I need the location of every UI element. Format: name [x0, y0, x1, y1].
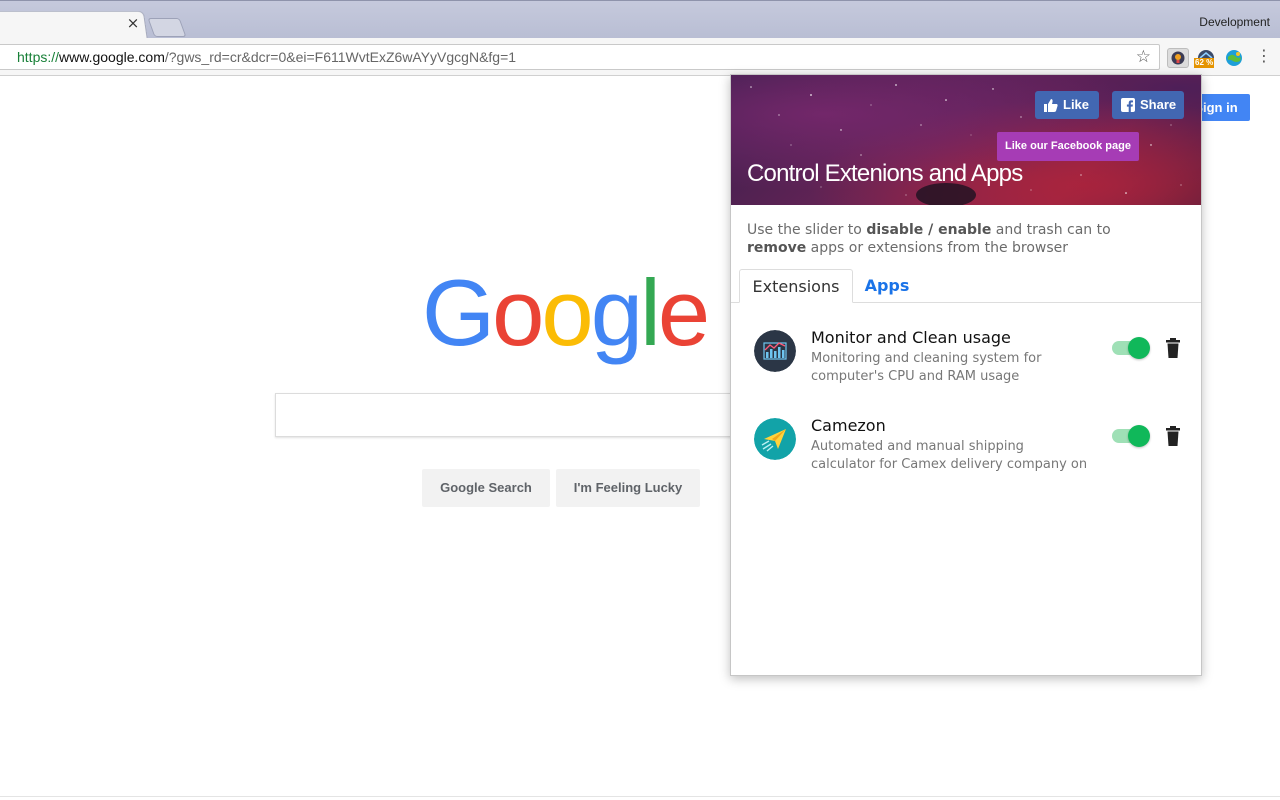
control-extensions-icon[interactable]: [1167, 48, 1189, 68]
list-item: Camezon Automated and manual shipping ca…: [731, 408, 1201, 478]
trash-icon[interactable]: [1165, 426, 1181, 446]
footer-divider: [0, 796, 1280, 797]
camezon-extension-icon[interactable]: [1224, 48, 1246, 68]
item-description: Automated and manual shipping calculator…: [811, 439, 1088, 472]
logo-letter: G: [422, 260, 495, 365]
google-search-button[interactable]: Google Search: [422, 469, 550, 507]
logo-letter: o: [541, 260, 593, 365]
tab-apps[interactable]: Apps: [855, 269, 919, 303]
url-scheme: https://: [17, 49, 60, 65]
enable-toggle[interactable]: [1112, 337, 1150, 359]
tab-strip: × Development: [0, 0, 1280, 42]
facebook-icon: [1121, 98, 1135, 112]
logo-letter: o: [492, 260, 544, 365]
bookmark-star-icon[interactable]: ☆: [1136, 48, 1151, 66]
chart-monitor-icon: [754, 330, 796, 372]
desc-bold-remove: remove: [747, 240, 807, 256]
item-name: Camezon: [811, 416, 886, 435]
share-label: Share: [1140, 97, 1177, 112]
feeling-lucky-button[interactable]: I'm Feeling Lucky: [556, 469, 700, 507]
profile-label[interactable]: Development: [1199, 15, 1270, 29]
desc-text: Use the slider to: [747, 222, 867, 238]
tab-close-icon[interactable]: ×: [125, 15, 141, 31]
popup-header: Like Share Like our Facebook page Contro…: [731, 75, 1201, 205]
enable-toggle[interactable]: [1112, 425, 1150, 447]
desc-text: and trash can to: [991, 222, 1111, 238]
facebook-page-button[interactable]: Like our Facebook page: [997, 132, 1139, 161]
google-logo: Google: [422, 258, 710, 368]
cpu-usage-badge: 62 %: [1194, 58, 1215, 68]
logo-letter: e: [657, 260, 710, 365]
desc-text: apps or extensions from the browser: [806, 240, 1069, 256]
popup-description: Use the slider to disable / enable and t…: [747, 221, 1167, 257]
desc-bold-enable: disable / enable: [866, 222, 992, 238]
extension-popup: Like Share Like our Facebook page Contro…: [730, 74, 1202, 676]
toggle-knob: [1128, 337, 1150, 359]
thumbs-up-icon: [1044, 99, 1058, 112]
new-tab-button[interactable]: [147, 18, 187, 37]
logo-letter: g: [590, 260, 643, 365]
address-bar[interactable]: https://www.google.com/?gws_rd=cr&dcr=0&…: [0, 44, 1160, 70]
paper-plane-icon: [754, 418, 796, 460]
like-label: Like: [1063, 97, 1090, 112]
url-host: www.google.com: [59, 49, 165, 65]
list-item: Monitor and Clean usage Monitoring and c…: [731, 320, 1201, 390]
toggle-knob: [1128, 425, 1150, 447]
address-url[interactable]: https://www.google.com/?gws_rd=cr&dcr=0&…: [17, 49, 516, 65]
popup-title: Control Extenions and Apps: [747, 160, 1023, 187]
url-path: /?gws_rd=cr&dcr=0&ei=F611WvtExZ6wAYyVgcg…: [164, 49, 517, 65]
browser-toolbar: https://www.google.com/?gws_rd=cr&dcr=0&…: [0, 38, 1280, 76]
facebook-share-button[interactable]: Share: [1112, 91, 1184, 119]
logo-letter: l: [639, 260, 661, 365]
trash-icon[interactable]: [1165, 338, 1181, 358]
item-name: Monitor and Clean usage: [811, 328, 1011, 347]
facebook-like-button[interactable]: Like: [1035, 91, 1099, 119]
tab-extensions[interactable]: Extensions: [739, 269, 853, 303]
item-description: Monitoring and cleaning system for compu…: [811, 351, 1042, 384]
rocket-icon: [1171, 51, 1185, 65]
browser-menu-icon[interactable]: ⋮: [1256, 47, 1272, 65]
globe-icon: [1226, 50, 1242, 66]
